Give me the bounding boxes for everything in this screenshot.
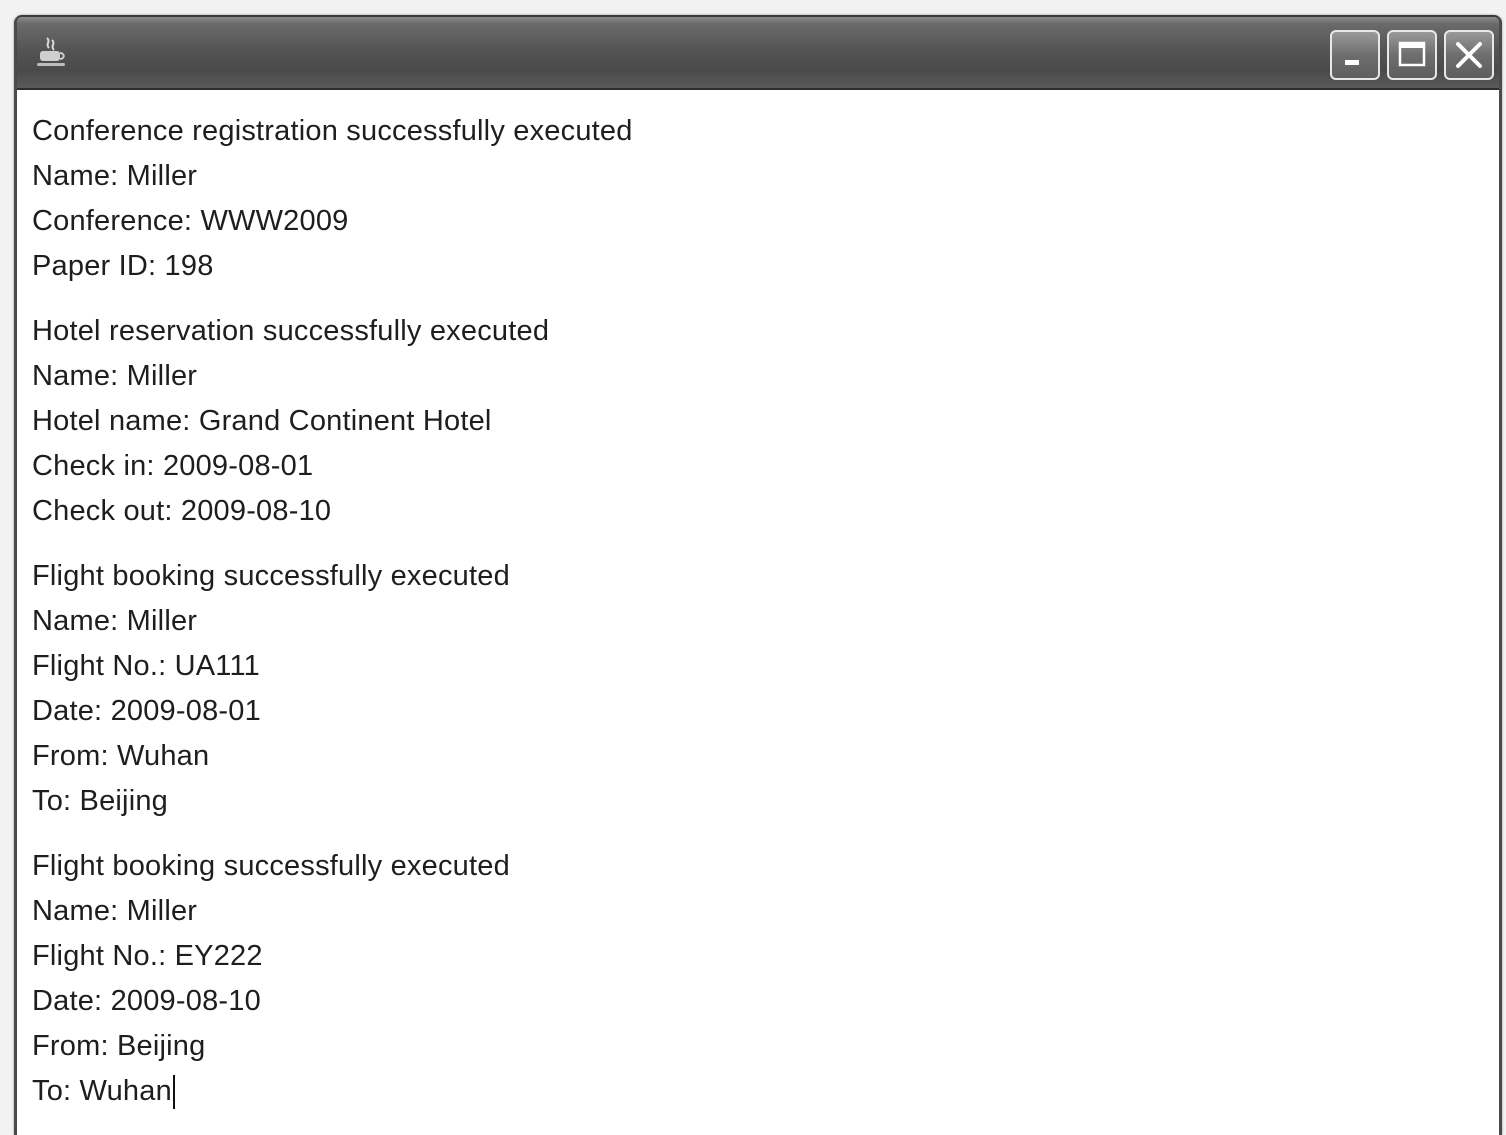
app-window: Conference registration successfully exe… (14, 15, 1502, 1135)
flight-2-from-line: From: Beijing (32, 1030, 206, 1062)
maximize-button[interactable] (1387, 30, 1437, 80)
title-bar[interactable] (17, 17, 1499, 90)
text-caret (172, 1075, 175, 1110)
output-text-area[interactable]: Conference registration successfully exe… (17, 90, 1499, 1135)
flight-2-number-line: Flight No.: EY222 (32, 940, 263, 972)
conference-status-line: Conference registration successfully exe… (32, 115, 633, 147)
flight-1-to-line: To: Beijing (32, 785, 168, 817)
flight-2-date-line: Date: 2009-08-10 (32, 985, 261, 1017)
check-out-line: Check out: 2009-08-10 (32, 495, 332, 527)
hotel-title-line: Hotel name: Grand Continent Hotel (32, 405, 492, 437)
conference-name-line: Name: Miller (32, 160, 198, 192)
close-icon (1456, 42, 1482, 68)
flight-booking-block-2: Flight booking successfully executed Nam… (32, 844, 1499, 1114)
flight-2-to-line-row: To: Wuhan (32, 1069, 1499, 1114)
flight-2-name-line: Name: Miller (32, 895, 198, 927)
check-in-line: Check in: 2009-08-01 (32, 450, 314, 482)
flight-1-date-line: Date: 2009-08-01 (32, 695, 261, 727)
hotel-reservation-block: Hotel reservation successfully executed … (32, 309, 1499, 534)
java-coffee-cup-icon[interactable] (33, 35, 69, 71)
flight-1-number-line: Flight No.: UA111 (32, 650, 260, 682)
flight-1-from-line: From: Wuhan (32, 740, 210, 772)
flight-booking-block-1: Flight booking successfully executed Nam… (32, 554, 1499, 824)
conference-registration-block: Conference registration successfully exe… (32, 90, 1499, 289)
maximize-icon (1398, 41, 1426, 67)
flight-2-to-line: To: Wuhan (32, 1075, 172, 1107)
hotel-name-line: Name: Miller (32, 360, 198, 392)
flight-1-name-line: Name: Miller (32, 605, 198, 637)
flight-2-status-line: Flight booking successfully executed (32, 850, 510, 882)
hotel-status-line: Hotel reservation successfully executed (32, 315, 550, 347)
flight-1-status-line: Flight booking successfully executed (32, 560, 510, 592)
minimize-icon (1345, 60, 1359, 65)
minimize-button[interactable] (1330, 30, 1380, 80)
conference-line: Conference: WWW2009 (32, 205, 349, 237)
close-button[interactable] (1444, 30, 1494, 80)
paper-id-line: Paper ID: 198 (32, 250, 214, 282)
